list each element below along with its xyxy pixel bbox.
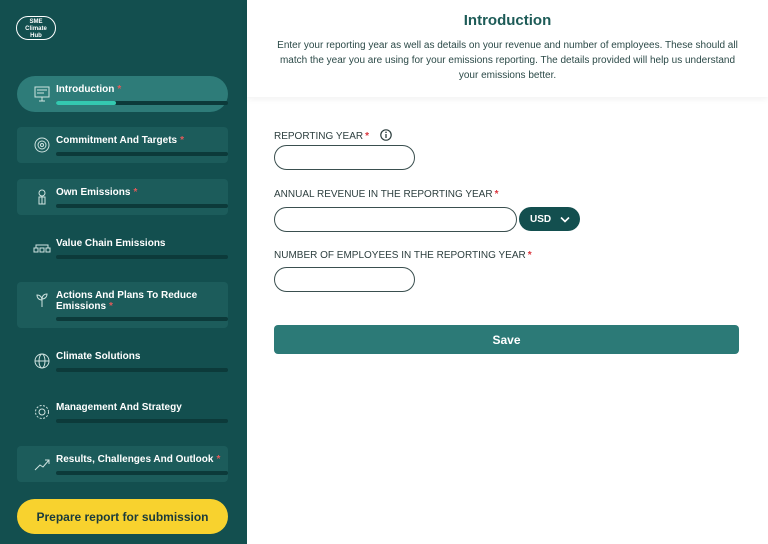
globe-icon xyxy=(33,352,51,370)
sidebar-item-label: Actions And Plans To Reduce Emissions * xyxy=(56,290,198,312)
annual-revenue-label: ANNUAL REVENUE IN THE REPORTING YEAR * xyxy=(274,189,499,200)
sidebar: SME Climate Hub Introduction * Commitment… xyxy=(0,0,247,544)
sidebar-item-own-emissions[interactable]: Own Emissions * xyxy=(17,179,228,215)
reporting-year-input[interactable] xyxy=(274,145,415,170)
progress-bar xyxy=(56,255,228,259)
sidebar-item-results-challenges-outlook[interactable]: Results, Challenges And Outlook * xyxy=(17,446,228,482)
progress-fill xyxy=(56,101,117,105)
sidebar-item-actions-and-plans[interactable]: Actions And Plans To Reduce Emissions * xyxy=(17,282,228,328)
sidebar-item-commitment-and-targets[interactable]: Commitment And Targets * xyxy=(17,127,228,163)
progress-bar xyxy=(56,317,228,321)
progress-bar xyxy=(56,471,228,475)
sidebar-item-climate-solutions[interactable]: Climate Solutions xyxy=(17,343,228,379)
sidebar-item-label: Management And Strategy xyxy=(56,402,182,413)
sme-climate-hub-logo[interactable]: SME Climate Hub xyxy=(16,16,56,40)
currency-select[interactable]: USD xyxy=(519,207,580,231)
sidebar-item-label: Commitment And Targets * xyxy=(56,135,185,146)
progress-bar xyxy=(56,204,228,208)
target-icon xyxy=(33,136,51,154)
sidebar-item-label: Value Chain Emissions xyxy=(56,238,166,249)
sidebar-item-introduction[interactable]: Introduction * xyxy=(17,76,228,112)
prepare-report-button[interactable]: Prepare report for submission xyxy=(17,499,228,534)
logo-text: Climate xyxy=(25,26,47,32)
page-header: Introduction Enter your reporting year a… xyxy=(247,0,768,97)
sidebar-item-value-chain-emissions[interactable]: Value Chain Emissions xyxy=(17,230,228,266)
info-icon[interactable] xyxy=(379,129,392,141)
progress-bar xyxy=(56,101,228,105)
reporting-year-label: REPORTING YEAR * xyxy=(274,129,392,143)
chart-growth-icon xyxy=(33,455,51,473)
sidebar-item-management-and-strategy[interactable]: Management And Strategy xyxy=(17,394,228,430)
gear-icon xyxy=(33,403,51,421)
sidebar-item-label: Own Emissions * xyxy=(56,187,138,198)
logo-text: SME xyxy=(29,19,43,25)
employees-input[interactable] xyxy=(274,267,415,292)
page-description: Enter your reporting year as well as det… xyxy=(277,40,738,81)
progress-bar xyxy=(56,152,228,156)
employees-label: NUMBER OF EMPLOYEES IN THE REPORTING YEA… xyxy=(274,250,532,261)
sidebar-item-label: Introduction * xyxy=(56,84,122,95)
save-button[interactable]: Save xyxy=(274,325,739,354)
factory-icon xyxy=(33,188,51,206)
page-title: Introduction xyxy=(463,12,552,29)
sidebar-item-label: Results, Challenges And Outlook * xyxy=(56,454,221,465)
plant-hand-icon xyxy=(33,291,51,309)
presentation-board-icon xyxy=(33,85,51,103)
supply-chain-icon xyxy=(33,239,51,257)
sidebar-item-label: Climate Solutions xyxy=(56,351,141,362)
progress-bar xyxy=(56,419,228,423)
progress-bar xyxy=(56,368,228,372)
logo-text: Hub xyxy=(30,33,42,39)
annual-revenue-input[interactable] xyxy=(274,207,517,232)
chevron-down-icon xyxy=(560,216,570,223)
currency-value: USD xyxy=(530,213,552,225)
